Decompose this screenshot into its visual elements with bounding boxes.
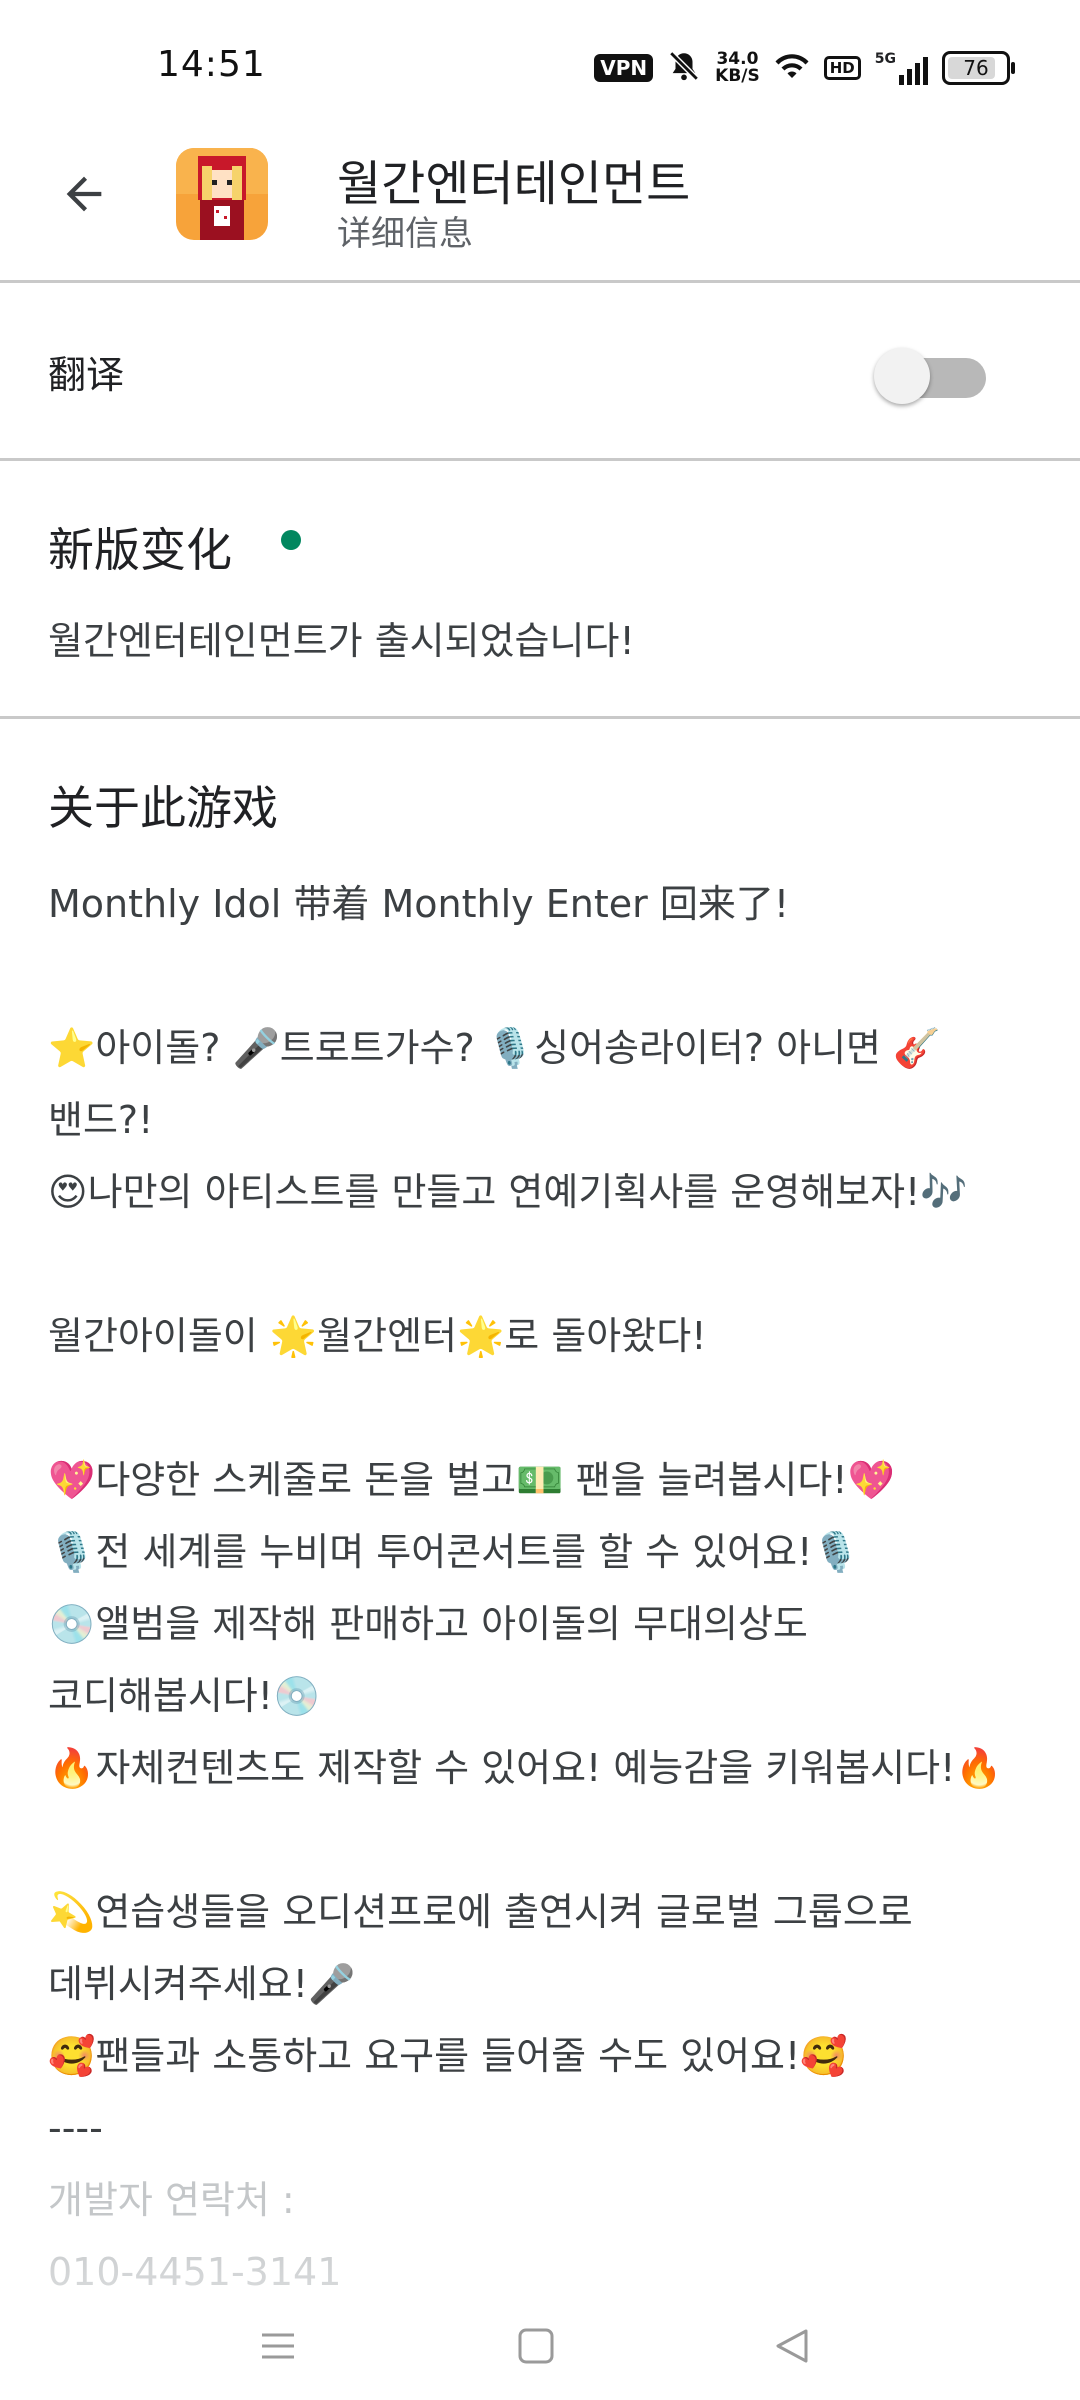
status-bar: 14:51 VPN 34.0 KB/S HD 5G 76 xyxy=(0,0,1080,136)
app-icon xyxy=(176,148,268,240)
status-time: 14:51 xyxy=(157,44,266,85)
status-icons: VPN 34.0 KB/S HD 5G 76 xyxy=(594,44,1015,92)
network-type: 5G xyxy=(874,51,896,67)
network-speed-unit: KB/S xyxy=(715,66,760,86)
mute-bell-icon xyxy=(667,49,701,87)
nav-back-button[interactable] xyxy=(756,2310,828,2382)
wifi-icon xyxy=(774,51,810,85)
translate-row[interactable]: 翻译 xyxy=(0,282,1080,458)
triangle-back-icon xyxy=(776,2329,808,2363)
home-button[interactable] xyxy=(500,2310,572,2382)
battery-level: 76 xyxy=(963,56,989,80)
about-section: 关于此游戏 Monthly Idol 带着 Monthly Enter 回来了!… xyxy=(0,718,1080,2400)
vpn-badge: VPN xyxy=(594,54,654,82)
toggle-knob xyxy=(874,348,930,404)
about-description: Monthly Idol 带着 Monthly Enter 回来了! ⭐아이돌?… xyxy=(48,868,1038,2308)
page-subtitle: 详细信息 xyxy=(337,214,473,254)
whats-new-title: 新版变化 xyxy=(48,523,232,577)
hd-badge: HD xyxy=(823,56,861,80)
back-button[interactable] xyxy=(48,158,120,230)
battery-indicator: 76 xyxy=(942,51,1015,85)
translate-toggle[interactable] xyxy=(868,342,996,406)
menu-button[interactable] xyxy=(242,2310,314,2382)
square-home-icon xyxy=(518,2328,554,2364)
arrow-left-icon xyxy=(66,176,102,212)
new-indicator-dot xyxy=(281,530,301,550)
system-nav-bar xyxy=(0,2280,1080,2400)
about-title: 关于此游戏 xyxy=(48,781,278,835)
about-text: Monthly Idol 带着 Monthly Enter 回来了! ⭐아이돌?… xyxy=(48,882,1003,2150)
whats-new-section: 新版变化 월간엔터테인먼트가 출시되었습니다! xyxy=(0,460,1080,716)
translate-label: 翻译 xyxy=(48,353,125,397)
signal-icon: 5G xyxy=(875,51,928,85)
developer-contact-label: 개발자 연락처 : xyxy=(48,2178,295,2222)
menu-icon xyxy=(262,2333,294,2359)
whats-new-text: 월간엔터테인먼트가 출시되었습니다! xyxy=(48,619,635,663)
network-speed: 34.0 KB/S xyxy=(715,51,760,85)
app-title: 월간엔터테인먼트 xyxy=(337,156,691,212)
app-header: 월간엔터테인먼트 详细信息 xyxy=(0,136,1080,280)
